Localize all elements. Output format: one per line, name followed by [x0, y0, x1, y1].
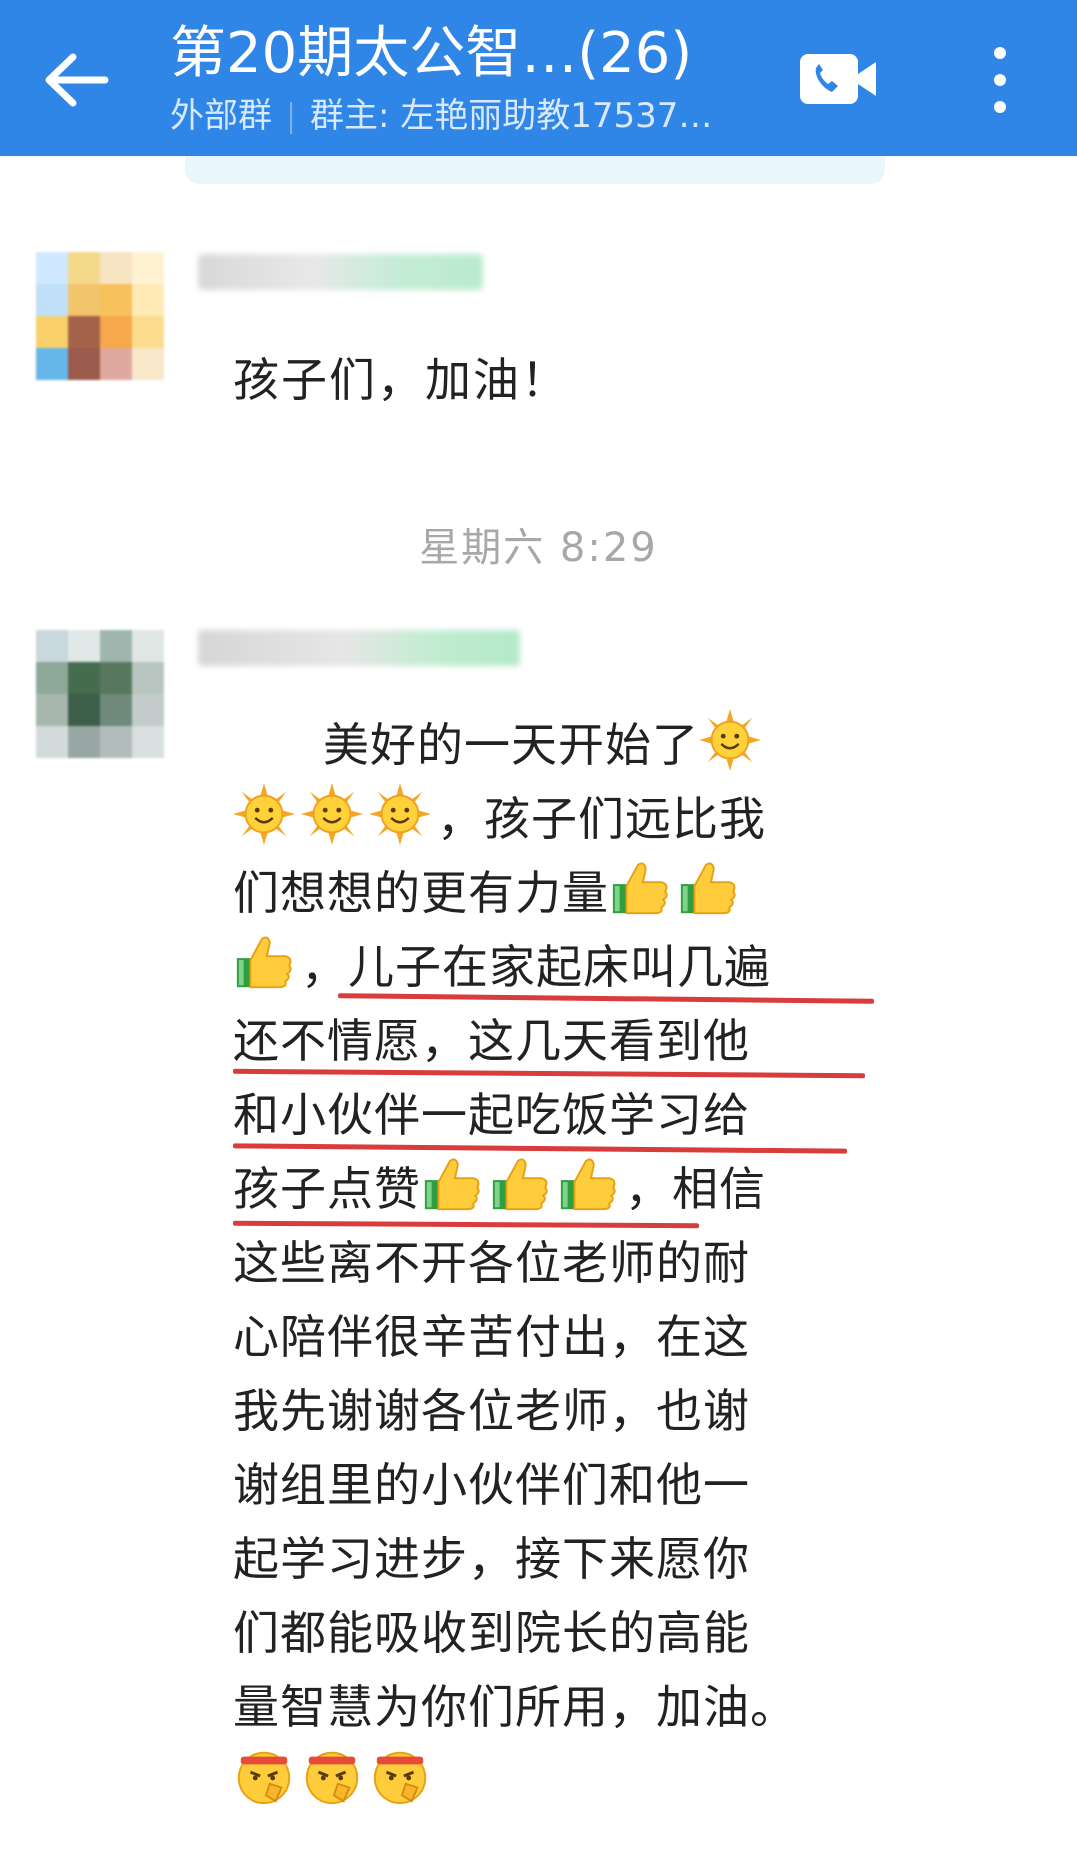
- message-line: 美好的一天开始了: [233, 708, 853, 782]
- sun-emoji: [369, 783, 431, 845]
- thumbs-up-emoji: [680, 862, 736, 915]
- message-line: 孩子点赞 ，相信: [233, 1152, 853, 1226]
- message-line-text: ，孩子们远比我: [437, 792, 766, 846]
- thumbs-up-emoji: [612, 862, 668, 915]
- message-line-text: 孩子点赞: [233, 1162, 421, 1216]
- thumbs-up-emoji: [236, 936, 292, 989]
- sender-avatar[interactable]: [36, 252, 164, 380]
- more-dot: [994, 47, 1006, 60]
- message-line-text: ，儿子在家起床叫几遍: [301, 940, 771, 994]
- sender-name-blurred: [198, 254, 483, 290]
- group-owner-label: 群主: 左艳丽助教17537…: [310, 96, 713, 136]
- more-dot: [994, 100, 1006, 113]
- external-group-tag: 外部群: [170, 96, 272, 136]
- message-line: 们想想的更有力量: [233, 856, 853, 930]
- message-line: 心陪伴很辛苦付出，在这: [233, 1310, 750, 1364]
- chat-title[interactable]: 第20期太公智…(26): [170, 18, 692, 90]
- message-line-text: 美好的一天开始了: [323, 718, 699, 772]
- thumbs-up-emoji: [560, 1158, 616, 1211]
- group-notice-bar[interactable]: [185, 156, 885, 184]
- divider: [290, 101, 292, 134]
- video-call-button[interactable]: [798, 52, 878, 106]
- message-line: 量智慧为你们所用，加油。: [233, 1680, 797, 1734]
- arrow-left-icon: [45, 53, 109, 107]
- sun-emoji: [233, 783, 295, 845]
- message-line-text: ，相信: [625, 1162, 766, 1216]
- message-line: 我先谢谢各位老师，也谢: [233, 1384, 750, 1438]
- chat-header: 第20期太公智…(26) 外部群 群主: 左艳丽助教17537…: [0, 0, 1077, 156]
- message-line-text: 们想想的更有力量: [233, 866, 609, 920]
- salute-emoji: [237, 1751, 291, 1805]
- sender-name-blurred: [198, 630, 520, 666]
- salute-emoji: [305, 1751, 359, 1805]
- thumbs-up-emoji: [424, 1158, 480, 1211]
- video-call-icon: [800, 54, 876, 104]
- back-button[interactable]: [36, 40, 116, 120]
- sun-emoji: [301, 783, 363, 845]
- message-line: 们都能吸收到院长的高能: [233, 1606, 750, 1660]
- sender-avatar[interactable]: [36, 630, 164, 758]
- message-line: ，孩子们远比我: [233, 782, 853, 856]
- more-options-button[interactable]: [980, 40, 1020, 120]
- thumbs-up-emoji: [492, 1158, 548, 1211]
- message-text: 美好的一天开始了 ，孩子们远比我 们想想的更有力量 ，儿子在家起床叫几遍 还不情…: [233, 708, 853, 1818]
- sun-emoji: [699, 709, 761, 771]
- salute-emoji: [373, 1751, 427, 1805]
- chat-subtitle: 外部群 群主: 左艳丽助教17537…: [170, 94, 712, 138]
- message-line: ，儿子在家起床叫几遍: [233, 930, 853, 1004]
- more-dot: [994, 73, 1006, 86]
- message-line: 和小伙伴一起吃饭学习给: [233, 1088, 750, 1142]
- message-line: 起学习进步，接下来愿你: [233, 1532, 750, 1586]
- message-line: [233, 1744, 853, 1818]
- message-line: 还不情愿，这几天看到他: [233, 1014, 750, 1068]
- message-timestamp: 星期六 8:29: [419, 525, 658, 571]
- message-text: 孩子们，加油！: [233, 353, 569, 407]
- message-line: 这些离不开各位老师的耐: [233, 1236, 750, 1290]
- message-line: 谢组里的小伙伴们和他一: [233, 1458, 750, 1512]
